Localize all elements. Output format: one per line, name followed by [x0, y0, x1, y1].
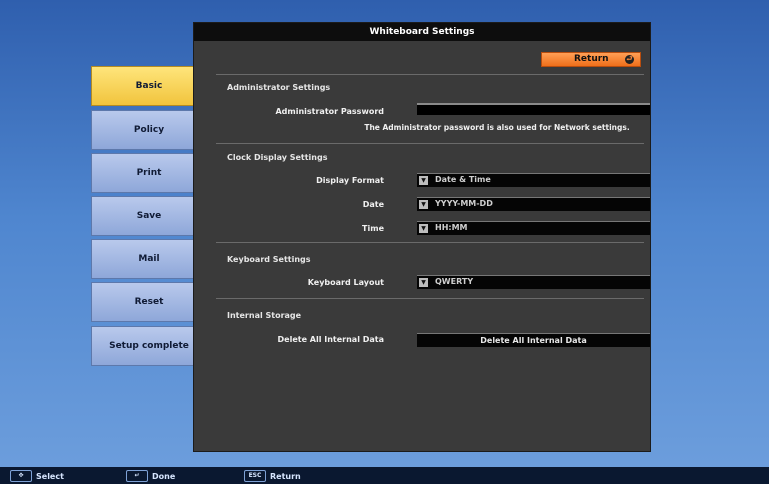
time-value: HH:MM — [435, 223, 468, 232]
date-value: YYYY-MM-DD — [435, 199, 493, 208]
keyboard-settings-title: Keyboard Settings — [227, 255, 311, 264]
display-format-value: Date & Time — [435, 175, 491, 184]
chevron-down-icon: ▼ — [419, 224, 428, 233]
section-divider — [216, 74, 644, 75]
esc-key-icon: ESC — [244, 470, 266, 482]
delete-all-data-label: Delete All Internal Data — [277, 335, 384, 344]
chevron-down-icon: ▼ — [419, 278, 428, 287]
chevron-down-icon: ▼ — [419, 200, 428, 209]
time-select[interactable]: ▼ HH:MM — [417, 221, 650, 235]
display-format-label: Display Format — [316, 176, 384, 185]
dpad-icon: ✥ — [10, 470, 32, 482]
sidebar-tab-mail[interactable]: Mail — [91, 239, 207, 279]
sidebar-tab-print[interactable]: Print — [91, 153, 207, 193]
chevron-down-icon: ▼ — [419, 176, 428, 185]
footer-select: ✥ Select — [10, 470, 64, 482]
sidebar-tab-policy[interactable]: Policy — [91, 110, 207, 150]
internal-storage-title: Internal Storage — [227, 311, 302, 320]
footer-return-label: Return — [270, 471, 301, 481]
section-divider — [216, 298, 644, 299]
window-title: Whiteboard Settings — [194, 23, 650, 41]
footer-select-label: Select — [36, 471, 64, 481]
admin-settings-title: Administrator Settings — [227, 83, 331, 92]
keyboard-layout-label: Keyboard Layout — [307, 278, 384, 287]
admin-password-input[interactable] — [417, 103, 650, 115]
sidebar-tab-setup-complete[interactable]: Setup complete — [91, 326, 207, 366]
footer-done: ↵ Done — [126, 470, 175, 482]
settings-panel: Whiteboard Settings Return ⮐ Administrat… — [193, 22, 651, 452]
enter-key-icon: ↵ — [126, 470, 148, 482]
sidebar-tab-basic[interactable]: Basic — [91, 66, 207, 106]
footer-done-label: Done — [152, 471, 176, 481]
display-format-select[interactable]: ▼ Date & Time — [417, 173, 650, 187]
keyboard-layout-select[interactable]: ▼ QWERTY — [417, 275, 650, 289]
footer-bar: ✥ Select ↵ Done ESC Return — [0, 467, 769, 484]
admin-password-label: Administrator Password — [275, 107, 384, 116]
footer-return: ESC Return — [244, 470, 301, 482]
section-divider — [216, 242, 644, 243]
date-select[interactable]: ▼ YYYY-MM-DD — [417, 197, 650, 211]
date-label: Date — [362, 200, 384, 209]
sidebar-tab-reset[interactable]: Reset — [91, 282, 207, 322]
keyboard-layout-value: QWERTY — [435, 277, 474, 286]
return-button[interactable]: Return ⮐ — [541, 52, 641, 67]
admin-password-note: The Administrator password is also used … — [364, 123, 630, 132]
clock-settings-title: Clock Display Settings — [227, 153, 328, 162]
delete-all-data-button[interactable]: Delete All Internal Data — [417, 333, 650, 347]
return-icon: ⮐ — [625, 55, 634, 64]
time-label: Time — [362, 224, 384, 233]
section-divider — [216, 143, 644, 144]
return-button-label: Return — [574, 54, 609, 64]
sidebar-tab-save[interactable]: Save — [91, 196, 207, 236]
